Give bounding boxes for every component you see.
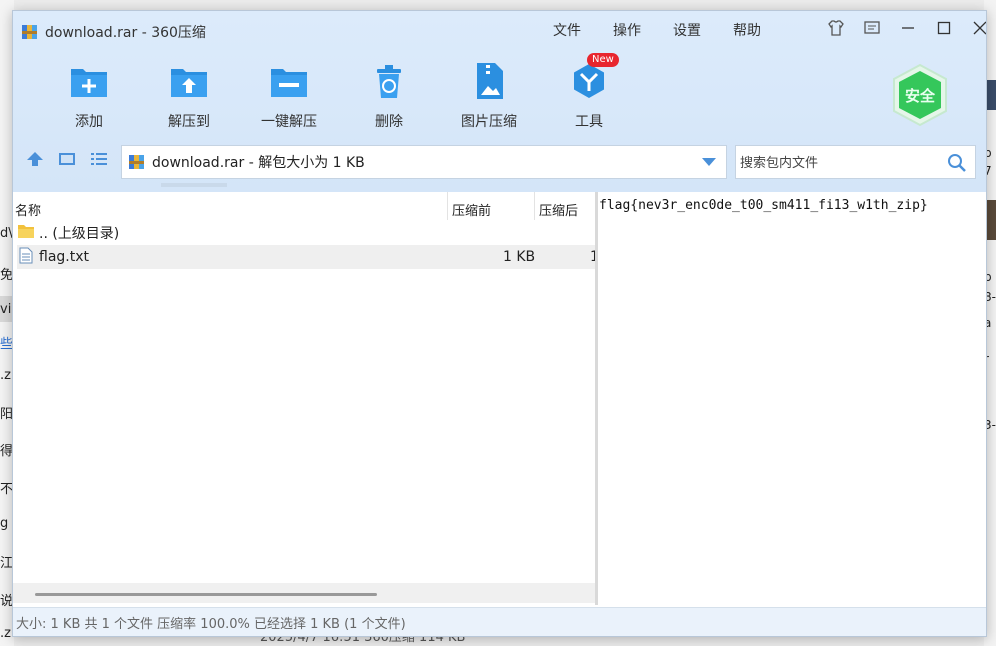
preview-pane: flag{nev3r_enc0de_t00_sm411_fi13_w1th_zi… [598, 192, 986, 605]
delete-button[interactable]: 删除 [339, 61, 439, 131]
search-input[interactable] [736, 146, 942, 180]
add-icon [69, 61, 109, 101]
row-size: 1 KB [503, 249, 536, 265]
rar-archive-icon [21, 23, 39, 41]
nav-controls [25, 149, 109, 169]
new-badge: New [587, 53, 619, 67]
search-icon[interactable] [947, 153, 967, 177]
security-badge[interactable]: 安全 [891, 63, 949, 127]
address-bar[interactable]: download.rar - 解包大小为 1 KB [121, 145, 727, 179]
search-box [735, 145, 976, 180]
rar-archive-icon [128, 153, 146, 171]
chevron-down-icon[interactable] [702, 158, 716, 166]
tools-label: 工具 [575, 114, 603, 130]
tools-button[interactable]: New 工具 [539, 53, 639, 131]
extract-to-icon [169, 61, 209, 101]
skin-icon[interactable] [825, 17, 847, 39]
extract-to-label: 解压到 [168, 114, 210, 130]
extract-to-button[interactable]: 解压到 [139, 61, 239, 131]
address-path: download.rar - 解包大小为 1 KB [152, 155, 365, 171]
minimize-icon[interactable] [897, 17, 919, 39]
menu-operate[interactable]: 操作 [613, 20, 641, 40]
title-bar: download.rar - 360压缩 [21, 22, 206, 42]
archive-window: download.rar - 360压缩 文件 操作 设置 帮助 添加 解压到 … [12, 10, 987, 637]
row-name: .. (上级目录) [39, 226, 120, 242]
window-title: download.rar - 360压缩 [45, 25, 206, 41]
file-list: 名称 压缩前 压缩后 .. (上级目录) flag.txt 1 KB 1 [13, 192, 599, 603]
menu-file[interactable]: 文件 [553, 20, 581, 40]
status-bar: 大小: 1 KB 共 1 个文件 压缩率 100.0% 已经选择 1 KB (1… [13, 607, 986, 636]
tools-icon: New [569, 53, 619, 101]
list-view-icon[interactable] [89, 149, 109, 169]
feedback-icon[interactable] [861, 17, 883, 39]
divider [534, 192, 535, 220]
menu-bar: 文件 操作 设置 帮助 [553, 20, 761, 40]
delete-icon [369, 61, 409, 101]
text-file-icon [19, 247, 33, 268]
column-size-header[interactable]: 压缩前 [452, 200, 491, 219]
divider [447, 192, 448, 220]
preview-text[interactable]: flag{nev3r_enc0de_t00_sm411_fi13_w1th_zi… [599, 198, 928, 213]
one-click-extract-button[interactable]: 一键解压 [239, 61, 339, 131]
delete-label: 删除 [375, 114, 403, 130]
image-compress-icon [469, 61, 509, 101]
column-compressed-header[interactable]: 压缩后 [539, 200, 578, 219]
add-label: 添加 [75, 114, 103, 130]
horizontal-scrollbar[interactable] [13, 583, 595, 603]
image-compress-button[interactable]: 图片压缩 [439, 61, 539, 131]
column-name-header[interactable]: 名称 [15, 200, 41, 219]
row-name: flag.txt [39, 249, 89, 265]
toolbar: 添加 解压到 一键解压 删除 图片压缩 New 工具 [39, 53, 639, 131]
status-text: 大小: 1 KB 共 1 个文件 压缩率 100.0% 已经选择 1 KB (1… [16, 616, 406, 632]
maximize-icon[interactable] [933, 17, 955, 39]
scrollbar-thumb[interactable] [35, 593, 377, 596]
window-controls [825, 17, 986, 39]
divider [161, 183, 227, 187]
image-compress-label: 图片压缩 [461, 114, 517, 130]
header: download.rar - 360压缩 文件 操作 设置 帮助 添加 解压到 … [13, 11, 986, 192]
add-button[interactable]: 添加 [39, 61, 139, 131]
folder-icon [17, 223, 35, 243]
safe-text: 安全 [905, 87, 936, 105]
thumbnail-view-icon[interactable] [57, 149, 77, 169]
menu-help[interactable]: 帮助 [733, 20, 761, 40]
up-arrow-icon[interactable] [25, 149, 45, 169]
menu-settings[interactable]: 设置 [673, 20, 701, 40]
close-icon[interactable] [969, 17, 986, 39]
one-click-extract-label: 一键解压 [261, 114, 317, 130]
one-click-extract-icon [269, 61, 309, 101]
table-row-flag-txt[interactable]: flag.txt 1 KB 1 [17, 245, 599, 269]
table-row-parent-directory[interactable]: .. (上级目录) [17, 221, 595, 245]
